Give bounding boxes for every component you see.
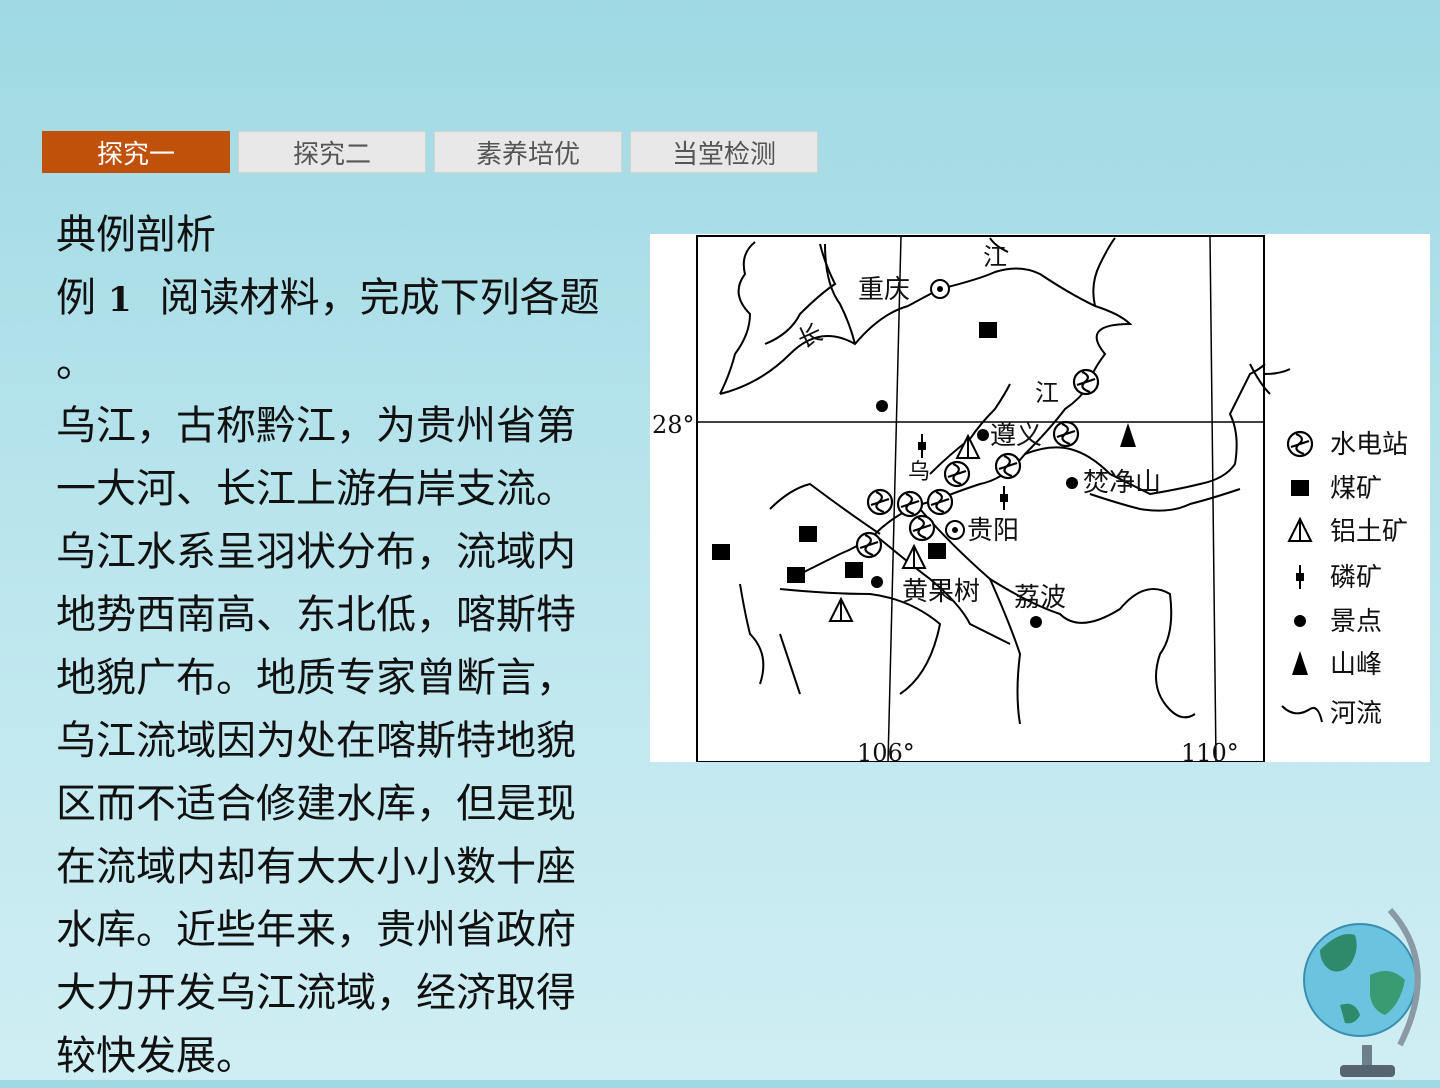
legend-label-phosphate: 磷矿 (1330, 563, 1382, 593)
globe-icon (1300, 905, 1430, 1084)
coal-mine-icon (799, 526, 817, 542)
legend-river-icon (1281, 705, 1323, 723)
phosphate-icon (917, 433, 927, 459)
hydropower-icon (855, 531, 883, 559)
map-legend: 水电站 煤矿 铝土矿 磷矿 景点 山峰 河流 (1281, 430, 1408, 729)
city-chongqing-icon (930, 279, 950, 299)
example-prefix: 例 (56, 275, 96, 321)
paragraph-line: 地势西南高、东北低，喀斯特 (56, 592, 576, 638)
hydropower-icon (896, 490, 924, 518)
example-number: 1 (108, 280, 132, 320)
coal-mine-icon (928, 543, 946, 559)
example-title: 阅读材料，完成下列各题 (159, 275, 600, 321)
paragraph-line: 乌江，古称黔江，为贵州省第 (56, 403, 576, 449)
bauxite-icon (829, 598, 853, 622)
paragraph-line: 乌江水系呈羽状分布，流域内 (56, 529, 576, 575)
example-title-tail: 。 (56, 340, 96, 386)
scenic-spot-icon (1066, 477, 1078, 489)
wujiang-map: 重庆 遵义 贵阳 黄果树 荔波 焚净山 长 江 江 乌 28° 106° 110… (650, 234, 1430, 762)
tab-explore-1[interactable]: 探究一 (42, 131, 230, 173)
legend-phosphate-icon (1295, 564, 1305, 590)
hydropower-icon (908, 514, 936, 542)
label-river-wu: 乌 (908, 460, 930, 485)
label-fanjingshan: 焚净山 (1083, 468, 1161, 498)
coal-mine-icon (979, 322, 997, 338)
longitude-label-106: 106° (857, 739, 915, 762)
bauxite-icon (902, 545, 926, 569)
hydropower-icon (926, 488, 954, 516)
paragraph-line: 大力开发乌江流域，经济取得 (56, 970, 576, 1016)
paragraph-line: 较快发展。 (56, 1033, 256, 1079)
tab-bar: 探究一 探究二 素养培优 当堂检测 (42, 131, 826, 173)
legend-label-peak: 山峰 (1330, 650, 1382, 680)
map-svg: 重庆 遵义 贵阳 黄果树 荔波 焚净山 长 江 江 乌 28° 106° 110… (652, 235, 1408, 762)
tab-explore-2[interactable]: 探究二 (238, 131, 426, 173)
label-chongqing: 重庆 (858, 275, 910, 305)
label-river-jiang-top: 江 (983, 243, 1007, 271)
city-guiyang-icon (945, 520, 965, 540)
scenic-spot-icon (876, 400, 888, 412)
river-network (719, 237, 1291, 725)
hydropower-icon (943, 460, 971, 488)
example-title-line: 例 1 阅读材料，完成下列各题 (56, 267, 652, 332)
label-river-jiang-mid: 江 (1035, 379, 1059, 407)
label-huangguoshu: 黄果树 (902, 577, 980, 607)
label-zunyi: 遵义 (990, 421, 1042, 451)
paragraph-line: 地貌广布。地质专家曾断言， (56, 655, 576, 701)
legend-bauxite-icon (1288, 518, 1312, 542)
coal-mine-icon (712, 544, 730, 560)
mountain-peak-icon (1120, 423, 1136, 447)
paragraph-line: 在流域内却有大大小小数十座 (56, 844, 576, 890)
hydropower-icon (866, 488, 894, 516)
legend-label-river: 河流 (1330, 699, 1382, 729)
hydropower-icon (994, 452, 1022, 480)
paragraph-line: 水库。近些年来，贵州省政府 (56, 907, 576, 953)
longitude-label-110: 110° (1181, 739, 1239, 762)
paragraph-line: 一大河、长江上游右岸支流。 (56, 466, 576, 512)
phosphate-icon (999, 485, 1009, 511)
paragraph-line: 区而不适合修建水库，但是现 (56, 781, 576, 827)
legend-label-bauxite: 铝土矿 (1330, 517, 1408, 547)
legend-scenic-spot-icon (1294, 615, 1306, 627)
label-river-chang: 长 (793, 318, 827, 354)
scenic-spot-icon (1030, 616, 1042, 628)
section-heading: 典例剖析 (56, 212, 216, 258)
label-libo: 荔波 (1014, 583, 1066, 613)
coal-mine-icon (845, 562, 863, 578)
latitude-label: 28° (652, 411, 695, 439)
scenic-spot-icon (977, 429, 989, 441)
material-paragraph: 乌江，古称黔江，为贵州省第 一大河、长江上游右岸支流。 乌江水系呈羽状分布，流域内地… (56, 395, 652, 1088)
legend-label-scenic: 景点 (1330, 607, 1382, 637)
hydropower-icon (1052, 420, 1080, 448)
paragraph-line: 乌江流域因为处在喀斯特地貌 (56, 718, 576, 764)
tab-literacy[interactable]: 素养培优 (434, 131, 622, 173)
example-text: 典例剖析 例 1 阅读材料，完成下列各题 。 乌江，古称黔江，为贵州省第 一大河、长江… (56, 204, 652, 1088)
legend-mountain-peak-icon (1292, 651, 1308, 675)
coal-mine-icon (787, 567, 805, 583)
hydropower-icon (1072, 368, 1100, 396)
legend-hydropower-icon (1286, 430, 1314, 458)
legend-label-hydropower: 水电站 (1330, 430, 1408, 460)
legend-label-coal: 煤矿 (1330, 474, 1382, 504)
tab-class-test[interactable]: 当堂检测 (630, 131, 818, 173)
label-guiyang: 贵阳 (967, 516, 1019, 546)
scenic-spot-icon (871, 576, 883, 588)
legend-coal-mine-icon (1291, 480, 1309, 496)
